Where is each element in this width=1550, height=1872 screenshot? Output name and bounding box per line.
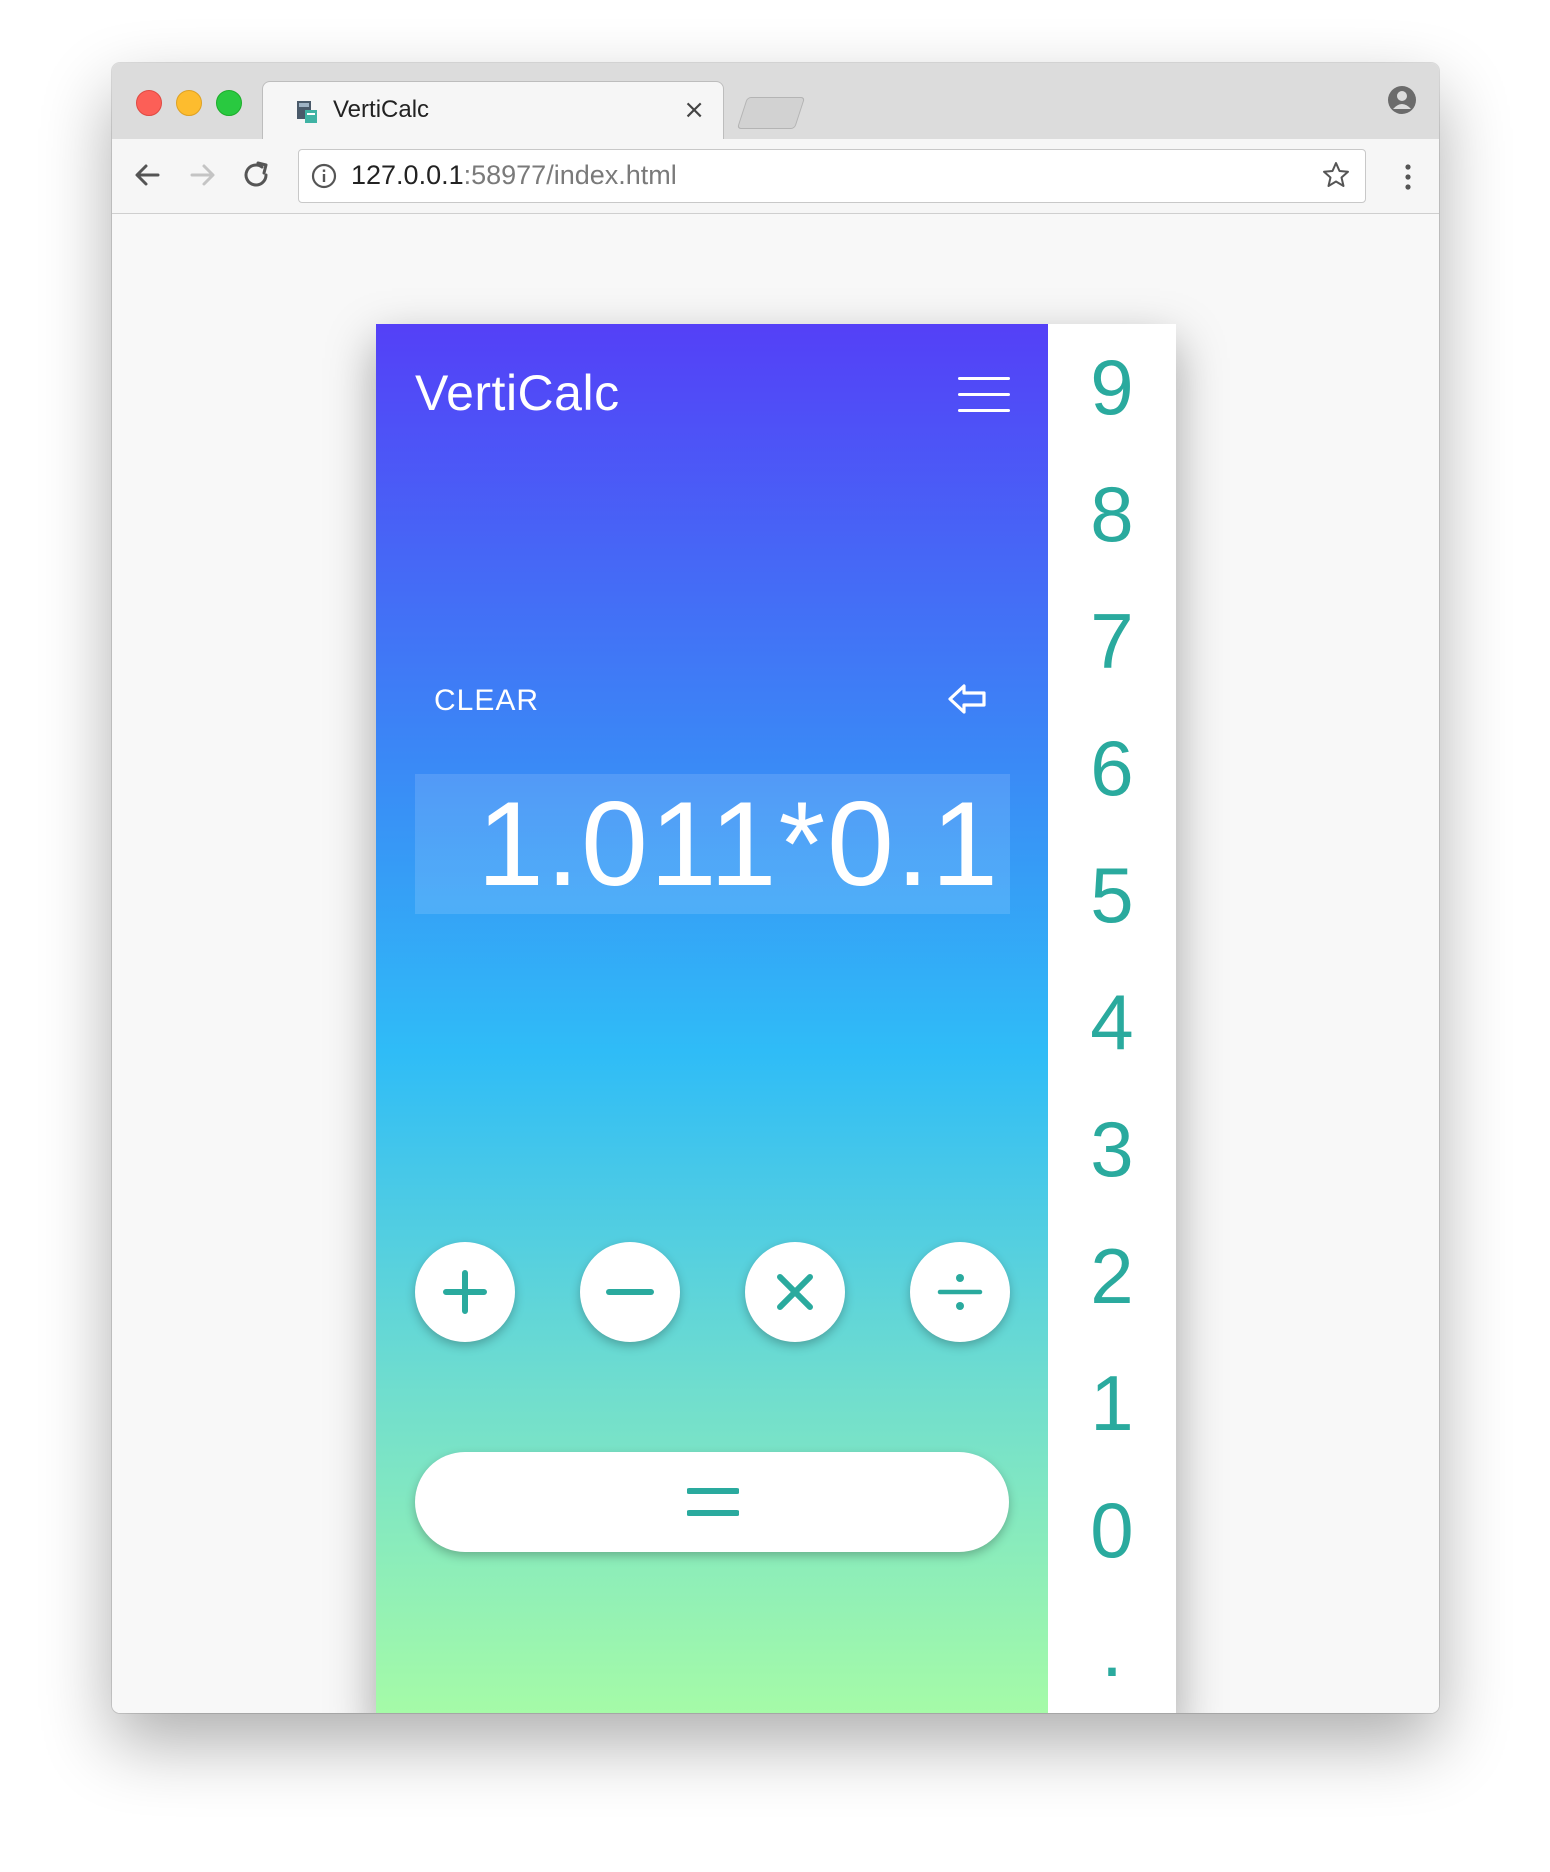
hamburger-menu-icon[interactable] bbox=[958, 375, 1010, 415]
backspace-arrow-icon[interactable] bbox=[946, 679, 990, 719]
calculator-panel: VertiCalc CLEAR 1.011*0.1 bbox=[376, 324, 1048, 1713]
divide-button[interactable] bbox=[910, 1242, 1010, 1342]
maximize-window-button[interactable] bbox=[216, 90, 242, 116]
decimal-point-button[interactable]: . bbox=[1048, 1586, 1176, 1712]
plus-icon bbox=[443, 1270, 487, 1314]
digit-5-button[interactable]: 5 bbox=[1048, 832, 1176, 958]
info-icon[interactable] bbox=[311, 163, 337, 189]
equals-icon bbox=[687, 1488, 739, 1516]
digit-6-button[interactable]: 6 bbox=[1048, 705, 1176, 831]
digit-7-button[interactable]: 7 bbox=[1048, 578, 1176, 704]
address-bar[interactable]: 127.0.0.1:58977/index.html bbox=[298, 149, 1366, 203]
expression-display: 1.011*0.1 bbox=[415, 774, 1010, 914]
back-arrow-icon[interactable] bbox=[130, 157, 166, 193]
minus-button[interactable] bbox=[580, 1242, 680, 1342]
digit-4-button[interactable]: 4 bbox=[1048, 959, 1176, 1085]
browser-menu-icon[interactable] bbox=[1403, 163, 1413, 191]
new-tab-button[interactable] bbox=[736, 97, 806, 129]
display-value: 1.011*0.1 bbox=[477, 777, 1000, 911]
multiply-button[interactable] bbox=[745, 1242, 845, 1342]
reload-icon[interactable] bbox=[238, 157, 274, 193]
browser-tab[interactable]: VertiCalc × bbox=[262, 81, 724, 140]
digit-3-button[interactable]: 3 bbox=[1048, 1086, 1176, 1212]
favicon-icon bbox=[297, 101, 317, 123]
profile-icon[interactable] bbox=[1387, 85, 1417, 115]
divide-icon bbox=[937, 1274, 983, 1310]
url-text: 127.0.0.1:58977/index.html bbox=[351, 160, 677, 191]
equals-button[interactable] bbox=[415, 1452, 1009, 1552]
browser-toolbar: 127.0.0.1:58977/index.html bbox=[112, 139, 1439, 214]
app-title: VertiCalc bbox=[415, 365, 620, 421]
forward-arrow-icon[interactable] bbox=[184, 157, 220, 193]
digit-keypad: 9 8 7 6 5 4 3 2 1 0 . bbox=[1048, 324, 1176, 1713]
plus-button[interactable] bbox=[415, 1242, 515, 1342]
url-path: :58977/index.html bbox=[463, 160, 677, 190]
url-host: 127.0.0.1 bbox=[351, 160, 464, 190]
browser-window: VertiCalc × 127.0.0.1:58977/index.html V… bbox=[112, 63, 1439, 1713]
digit-9-button[interactable]: 9 bbox=[1048, 324, 1176, 450]
clear-button[interactable]: CLEAR bbox=[434, 684, 539, 718]
digit-2-button[interactable]: 2 bbox=[1048, 1213, 1176, 1339]
digit-8-button[interactable]: 8 bbox=[1048, 451, 1176, 577]
digit-0-button[interactable]: 0 bbox=[1048, 1467, 1176, 1593]
minimize-window-button[interactable] bbox=[176, 90, 202, 116]
title-bar: VertiCalc × bbox=[112, 63, 1439, 140]
tab-close-icon[interactable]: × bbox=[683, 95, 705, 125]
digit-1-button[interactable]: 1 bbox=[1048, 1340, 1176, 1466]
minus-icon bbox=[606, 1289, 654, 1295]
tab-title: VertiCalc bbox=[333, 96, 430, 123]
page-viewport: VertiCalc CLEAR 1.011*0.1 9 8 7 6 5 4 3 … bbox=[112, 214, 1439, 1713]
close-window-button[interactable] bbox=[136, 90, 162, 116]
verticalc-app: VertiCalc CLEAR 1.011*0.1 9 8 7 6 5 4 3 … bbox=[376, 324, 1176, 1713]
multiply-icon bbox=[777, 1274, 813, 1310]
bookmark-star-icon[interactable] bbox=[1321, 160, 1351, 190]
